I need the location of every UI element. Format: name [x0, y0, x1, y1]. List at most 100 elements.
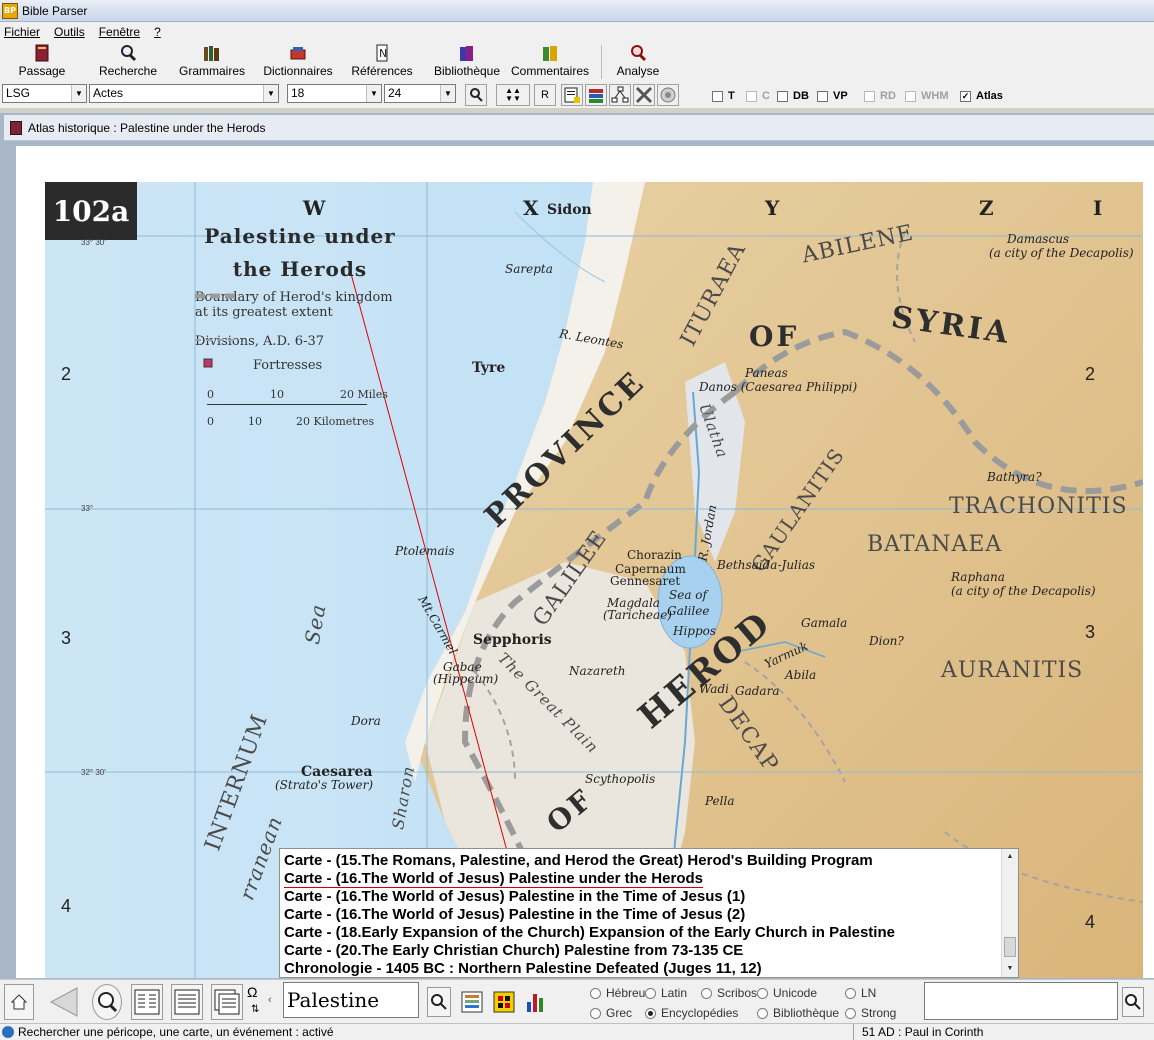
- radio-hebreu[interactable]: Hébreu: [590, 986, 645, 1000]
- radio-selected-icon: [645, 1007, 656, 1019]
- check-db[interactable]: DB: [777, 90, 809, 102]
- place-chorazin: Chorazin: [627, 548, 682, 562]
- region-trachonitis: TRACHONITIS: [949, 494, 1128, 519]
- check-atlas[interactable]: ✓ Atlas: [960, 90, 1003, 102]
- dictionnaires-button[interactable]: Dictionnaires: [263, 42, 333, 82]
- radio-grec[interactable]: Grec: [590, 1006, 632, 1020]
- place-gamala: Gamala: [801, 616, 848, 630]
- recherche-button[interactable]: Recherche: [99, 42, 157, 82]
- scale-km: 0 10 20 Kilometres: [207, 415, 375, 428]
- result-item[interactable]: Carte - (16.The World of Jesus) Palestin…: [284, 888, 745, 906]
- place-tyre: Tyre: [472, 360, 506, 376]
- search-status-icon: [2, 1026, 14, 1038]
- search-verse-button[interactable]: [465, 84, 487, 106]
- boundary-line-icon: [195, 293, 239, 299]
- status-divider: [853, 1024, 854, 1040]
- grid-tool-button[interactable]: [492, 990, 516, 1017]
- main-toolbar: Passage Recherche Grammaires Dictionnair…: [0, 42, 1154, 82]
- popup-scrollbar[interactable]: ▲ ▼: [1001, 849, 1018, 977]
- check-c[interactable]: C: [746, 90, 770, 102]
- scale-bar: [207, 401, 367, 405]
- map-tool-button[interactable]: [460, 990, 484, 1017]
- analyse-button[interactable]: Analyse: [614, 42, 662, 82]
- radio-ln[interactable]: LN: [845, 986, 876, 1000]
- place-bathyra: Bathyra?: [987, 470, 1042, 484]
- place-scythopolis: Scythopolis: [585, 772, 656, 786]
- grid-tool-icon: [493, 991, 515, 1013]
- status-bar: Rechercher une péricope, une carte, un é…: [0, 1023, 1154, 1040]
- place-sidon: Sidon: [547, 202, 592, 218]
- grid-col-w: W: [303, 196, 326, 220]
- multi-window-view-button[interactable]: [211, 984, 243, 1020]
- radio-encyclopedies[interactable]: Encyclopédies: [645, 1006, 738, 1020]
- secondary-search-button[interactable]: [1122, 987, 1144, 1017]
- zoom-icon: [98, 992, 118, 1013]
- search-results-popup[interactable]: Carte - (15.The Romans, Palestine, and H…: [279, 848, 1019, 978]
- bibliotheque-button[interactable]: Bibliothèque: [433, 42, 501, 82]
- radio-scribos[interactable]: Scribos: [701, 986, 757, 1000]
- menu-fichier[interactable]: Fichier: [4, 25, 40, 39]
- two-column-view-button[interactable]: [131, 984, 163, 1020]
- commentaires-button[interactable]: Commentaires: [511, 42, 589, 82]
- check-rd[interactable]: RD: [864, 90, 896, 102]
- radio-unicode[interactable]: Unicode: [757, 986, 817, 1000]
- result-item[interactable]: Carte - (15.The Romans, Palestine, and H…: [284, 852, 873, 870]
- radio-strong[interactable]: Strong: [845, 1006, 896, 1020]
- r-button[interactable]: R: [534, 84, 556, 106]
- secondary-search-input[interactable]: [924, 982, 1118, 1020]
- radio-bibliotheque[interactable]: Bibliothèque: [757, 1006, 839, 1020]
- back-arrow-icon: [49, 987, 78, 1017]
- version-select[interactable]: LSG ▼: [2, 84, 87, 103]
- menu-fenetre[interactable]: Fenêtre: [99, 25, 140, 39]
- home-icon: [10, 994, 28, 1010]
- verse-select[interactable]: 24 ▼: [384, 84, 456, 103]
- grammaires-button[interactable]: Grammaires: [179, 42, 245, 82]
- chapter-select[interactable]: 18 ▼: [287, 84, 382, 103]
- result-item-selected[interactable]: Carte - (16.The World of Jesus) Palestin…: [284, 870, 703, 888]
- menu-help[interactable]: ?: [154, 25, 161, 39]
- chevron-left-icon[interactable]: ‹: [268, 994, 272, 1006]
- back-button[interactable]: [44, 984, 84, 1020]
- viewer-top-margin: [16, 146, 1154, 182]
- bible-parser-icon: BP: [2, 2, 18, 19]
- check-t[interactable]: T: [712, 90, 735, 102]
- result-item[interactable]: Carte - (16.The World of Jesus) Palestin…: [284, 906, 745, 924]
- check-vp[interactable]: VP: [817, 90, 848, 102]
- spin-arrows-button[interactable]: ▲▲ ▼▼: [496, 84, 530, 106]
- tools-button[interactable]: [633, 84, 655, 106]
- notes-button[interactable]: [561, 84, 583, 106]
- omega-button[interactable]: Ω: [247, 984, 257, 1000]
- scroll-thumb[interactable]: [1004, 937, 1016, 957]
- search-button[interactable]: [427, 987, 451, 1017]
- stack-button[interactable]: [585, 84, 607, 106]
- grid-row-4: 4: [61, 896, 72, 916]
- menu-outils[interactable]: Outils: [54, 25, 85, 39]
- zoom-button[interactable]: [92, 984, 122, 1020]
- checkbox-icon: [817, 90, 828, 102]
- result-item[interactable]: Carte - (20.The Early Christian Church) …: [284, 942, 743, 960]
- grid-row-3-right: 3: [1085, 622, 1096, 642]
- search-input[interactable]: Palestine: [283, 982, 419, 1018]
- chart-tool-button[interactable]: [524, 990, 548, 1017]
- lat-32-30: 32° 30': [81, 768, 106, 777]
- audio-button[interactable]: [657, 84, 679, 106]
- single-column-view-button[interactable]: [171, 984, 203, 1020]
- radio-icon: [845, 987, 856, 999]
- tree-button[interactable]: [609, 84, 631, 106]
- book-select[interactable]: Actes ▼: [89, 84, 279, 103]
- scroll-down-icon[interactable]: ▼: [1002, 961, 1018, 977]
- result-item[interactable]: Chronologie - 1405 BC : Northern Palesti…: [284, 960, 762, 978]
- place-abila: Abila: [785, 668, 817, 682]
- sort-icon[interactable]: ⇅: [251, 1004, 259, 1015]
- chevron-down-icon: ▼: [440, 85, 455, 102]
- checkbox-icon: [746, 90, 757, 102]
- grid-col-z: Z: [979, 196, 994, 220]
- result-item[interactable]: Carte - (18.Early Expansion of the Churc…: [284, 924, 895, 942]
- check-whm[interactable]: WHM: [905, 90, 949, 102]
- references-button[interactable]: N Références: [351, 42, 413, 82]
- radio-icon: [645, 987, 656, 999]
- scroll-up-icon[interactable]: ▲: [1002, 849, 1018, 865]
- home-button[interactable]: [4, 984, 34, 1020]
- passage-button[interactable]: Passage: [19, 42, 65, 82]
- radio-latin[interactable]: Latin: [645, 986, 687, 1000]
